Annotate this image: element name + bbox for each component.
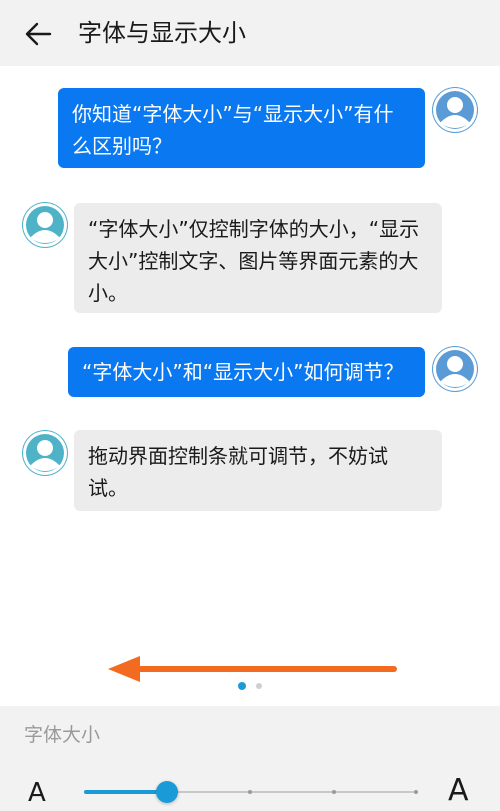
page-title: 字体与显示大小 [78,19,246,47]
slider-thumb[interactable] [156,781,178,803]
avatar [432,87,478,133]
avatar [432,346,478,392]
message-bubble-received: “字体大小”仅控制字体的大小，“显示大小”控制文字、图片等界面元素的大小。 [74,203,442,313]
page-dot[interactable] [256,683,262,689]
avatar [22,430,68,476]
small-font-glyph: A [28,778,46,808]
user-avatar-icon [433,347,477,391]
user-avatar-icon [23,431,67,475]
message-bubble-sent: “字体大小”和“显示大小”如何调节？ [68,347,425,397]
slider-track-fill [84,790,167,794]
arrow-left-icon [25,22,52,46]
message-bubble-received: 拖动界面控制条就可调节，不妨试试。 [74,430,442,511]
slider-tick[interactable] [414,790,418,794]
page-dot-active[interactable] [238,682,246,690]
slider-tick[interactable] [248,790,252,794]
title-bar: 字体与显示大小 [0,0,500,66]
slider-tick[interactable] [332,790,336,794]
user-avatar-icon [433,88,477,132]
large-font-glyph: A [448,773,469,808]
back-button[interactable] [18,14,58,54]
arrow-left-icon [108,656,397,682]
font-size-slider[interactable] [84,780,418,804]
font-size-label: 字体大小 [24,724,101,746]
avatar [22,202,68,248]
user-avatar-icon [23,203,67,247]
page-indicator [0,682,500,690]
message-bubble-sent: 你知道“字体大小”与“显示大小”有什么区别吗？ [58,88,425,168]
chat-preview: 你知道“字体大小”与“显示大小”有什么区别吗？ “字体大小”仅控制字体的大小，“… [0,66,500,706]
